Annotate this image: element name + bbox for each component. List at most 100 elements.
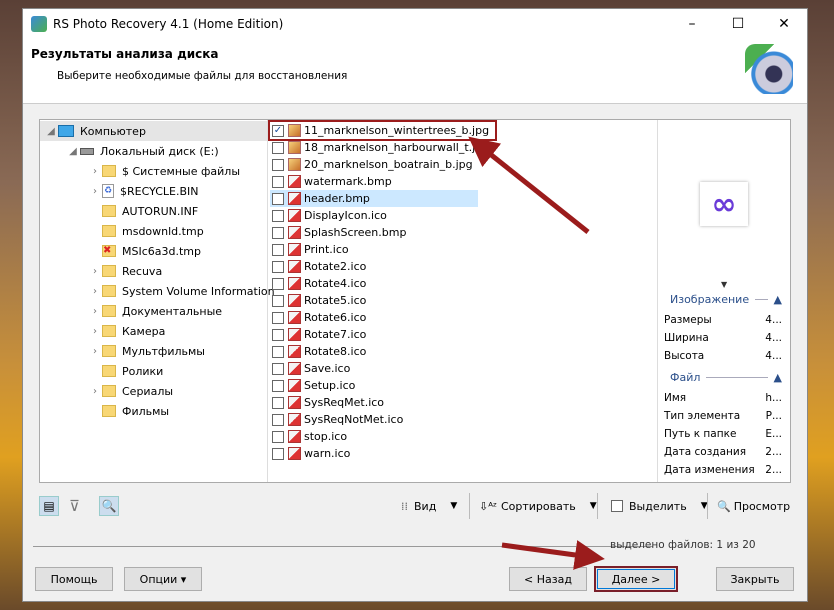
file-checkbox[interactable]: [272, 294, 284, 307]
file-checkbox[interactable]: [272, 158, 284, 171]
file-checkbox[interactable]: [272, 447, 284, 460]
file-checkbox[interactable]: [272, 413, 284, 426]
tree-item-label: System Volume Information: [122, 284, 275, 298]
file-row[interactable]: Setup.ico: [270, 377, 361, 394]
file-row[interactable]: SysReqNotMet.ico: [270, 411, 409, 428]
file-row[interactable]: header.bmp: [270, 190, 478, 207]
close-window-button[interactable]: ✕: [761, 9, 807, 38]
tree-item[interactable]: Фильмы: [88, 401, 169, 421]
tree-item[interactable]: msdownld.tmp: [88, 221, 204, 241]
select-button[interactable]: Выделить ▼: [609, 495, 708, 517]
property-value: 2...: [765, 446, 782, 458]
file-row[interactable]: Rotate6.ico: [270, 309, 372, 326]
expand-chevron-icon[interactable]: ›: [88, 186, 102, 197]
tree-item[interactable]: › System Volume Information: [88, 281, 275, 301]
collapse-arrow-icon[interactable]: ▼: [721, 280, 727, 289]
file-row[interactable]: Rotate2.ico: [270, 258, 372, 275]
filter-icon[interactable]: ⊽: [69, 495, 80, 517]
tree-item-label: Сериалы: [122, 384, 174, 398]
tree-item[interactable]: ✖ MSIc6a3d.tmp: [88, 241, 201, 261]
file-checkbox[interactable]: [272, 328, 284, 341]
file-checkbox[interactable]: [272, 260, 284, 273]
file-row[interactable]: Rotate8.ico: [270, 343, 372, 360]
back-button[interactable]: < Назад: [509, 567, 587, 591]
image-section-header[interactable]: Изображение ▲: [670, 293, 782, 306]
file-checkbox[interactable]: [272, 345, 284, 358]
expand-chevron-icon[interactable]: ›: [88, 286, 102, 297]
options-button[interactable]: Опции ▾: [124, 567, 202, 591]
file-row[interactable]: warn.ico: [270, 445, 356, 462]
file-row[interactable]: DisplayIcon.ico: [270, 207, 393, 224]
file-checkbox[interactable]: [272, 226, 284, 239]
preview-icon: 🔍: [717, 499, 731, 513]
file-row[interactable]: SplashScreen.bmp: [270, 224, 412, 241]
expand-chevron-icon[interactable]: ›: [88, 306, 102, 317]
expand-chevron-icon[interactable]: ›: [88, 166, 102, 177]
tree-item[interactable]: › $ Системные файлы: [88, 161, 240, 181]
files-view-icon[interactable]: ▤: [39, 496, 59, 516]
file-row[interactable]: SysReqMet.ico: [270, 394, 390, 411]
file-row[interactable]: Rotate4.ico: [270, 275, 372, 292]
file-checkbox[interactable]: [272, 175, 284, 188]
dropdown-icon: ▼: [589, 501, 597, 511]
expand-chevron-icon[interactable]: ◢: [44, 126, 58, 137]
tree-item-label: Ролики: [122, 364, 164, 378]
file-checkbox[interactable]: [272, 311, 284, 324]
file-checkbox[interactable]: [272, 430, 284, 443]
tree-item[interactable]: › Сериалы: [88, 381, 173, 401]
expand-chevron-icon[interactable]: ›: [88, 386, 102, 397]
tree-item[interactable]: › Recuva: [88, 261, 162, 281]
property-row: Дата изменения 2...: [664, 464, 782, 476]
help-button[interactable]: Помощь: [35, 567, 113, 591]
expand-chevron-icon[interactable]: ›: [88, 326, 102, 337]
image-file-icon: [288, 175, 301, 188]
maximize-button[interactable]: ☐: [715, 9, 761, 38]
file-checkbox[interactable]: ✓: [272, 124, 284, 137]
folder-tree[interactable]: ◢ Компьютер ◢ Локальный диск (E:) › $ Системн…: [40, 120, 275, 482]
sort-button[interactable]: ⇩ᴬᶻ Сортировать ▼: [479, 495, 597, 517]
tree-item[interactable]: Ролики: [88, 361, 163, 381]
file-row[interactable]: Rotate5.ico: [270, 292, 372, 309]
tree-item[interactable]: › ♻ $RECYCLE.BIN: [88, 181, 198, 201]
expand-chevron-icon[interactable]: ›: [88, 346, 102, 357]
expand-chevron-icon[interactable]: ›: [88, 266, 102, 277]
preview-button[interactable]: 🔍 Просмотр: [717, 495, 790, 517]
expand-chevron-icon[interactable]: ◢: [66, 146, 80, 157]
file-row[interactable]: watermark.bmp: [270, 173, 398, 190]
file-checkbox[interactable]: [272, 209, 284, 222]
collapse-icon[interactable]: ▲: [774, 293, 782, 306]
next-button[interactable]: Далее >: [594, 566, 678, 592]
file-row[interactable]: 18_marknelson_harbourwall_t.jpg: [270, 139, 495, 156]
file-section-header[interactable]: Файл ▲: [670, 371, 782, 384]
file-list[interactable]: ✓ 11_marknelson_wintertrees_b.jpg 18_markn…: [267, 120, 657, 482]
file-row[interactable]: 20_marknelson_boatrain_b.jpg: [270, 156, 479, 173]
file-checkbox[interactable]: [272, 277, 284, 290]
divider: [33, 546, 653, 547]
tree-item[interactable]: › Документальные: [88, 301, 222, 321]
file-row[interactable]: Rotate7.ico: [270, 326, 372, 343]
file-row[interactable]: stop.ico: [270, 428, 353, 445]
file-checkbox[interactable]: [272, 192, 284, 205]
tree-item[interactable]: AUTORUN.INF: [88, 201, 198, 221]
sort-icon: ⇩ᴬᶻ: [479, 499, 497, 513]
image-file-icon: [288, 311, 301, 324]
close-button[interactable]: Закрыть: [716, 567, 794, 591]
file-row[interactable]: ✓ 11_marknelson_wintertrees_b.jpg: [267, 120, 498, 141]
file-checkbox[interactable]: [272, 243, 284, 256]
file-checkbox[interactable]: [272, 379, 284, 392]
search-preview-icon[interactable]: 🔍: [99, 496, 119, 516]
file-checkbox[interactable]: [272, 141, 284, 154]
tree-item[interactable]: › Камера: [88, 321, 165, 341]
file-row[interactable]: Save.ico: [270, 360, 356, 377]
computer-icon: [58, 125, 74, 137]
tree-item[interactable]: ◢ Локальный диск (E:): [66, 141, 218, 161]
property-row: Имя h...: [664, 392, 782, 404]
file-checkbox[interactable]: [272, 396, 284, 409]
tree-item[interactable]: ◢ Компьютер: [40, 121, 267, 141]
file-row[interactable]: Print.ico: [270, 241, 355, 258]
minimize-button[interactable]: –: [669, 9, 715, 38]
view-button[interactable]: ⁞⁞ Вид ▼: [401, 495, 457, 517]
collapse-icon[interactable]: ▲: [774, 371, 782, 384]
tree-item[interactable]: › Мультфильмы: [88, 341, 205, 361]
file-checkbox[interactable]: [272, 362, 284, 375]
